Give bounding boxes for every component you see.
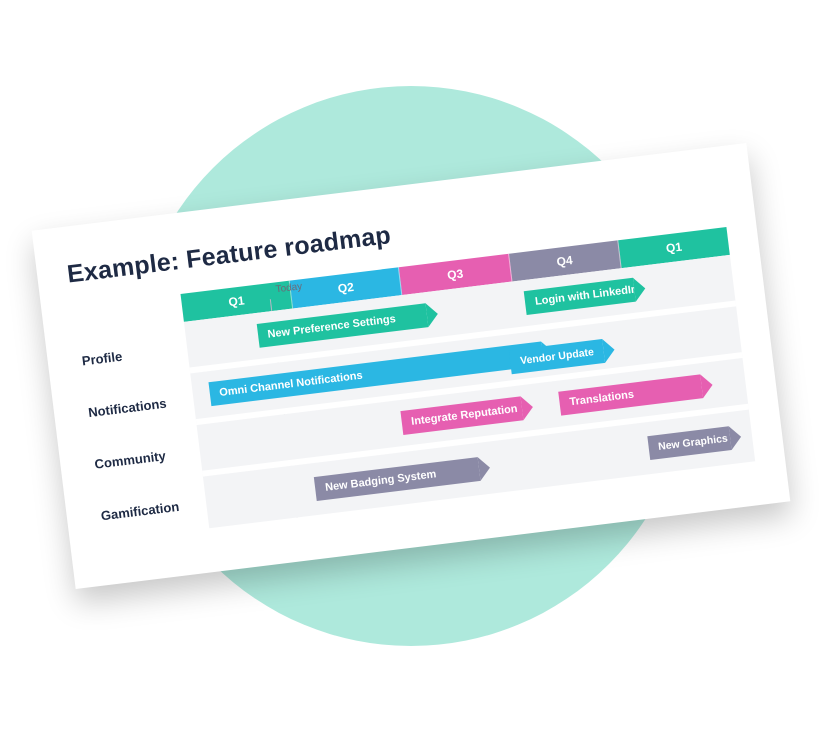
bar-new-preference-settings: New Preference Settings [256, 303, 428, 348]
roadmap-card: Example: Feature roadmap Profile Notific… [32, 143, 791, 589]
bar-login-with-linkedin: Login with LinkedIn [524, 278, 636, 315]
bar-integrate-reputation: Integrate Reputation [400, 396, 523, 435]
bar-translations: Translations [558, 374, 703, 415]
bar-new-badging-system: New Badging System [314, 457, 481, 501]
bar-new-graphics: New Graphics [647, 426, 732, 460]
